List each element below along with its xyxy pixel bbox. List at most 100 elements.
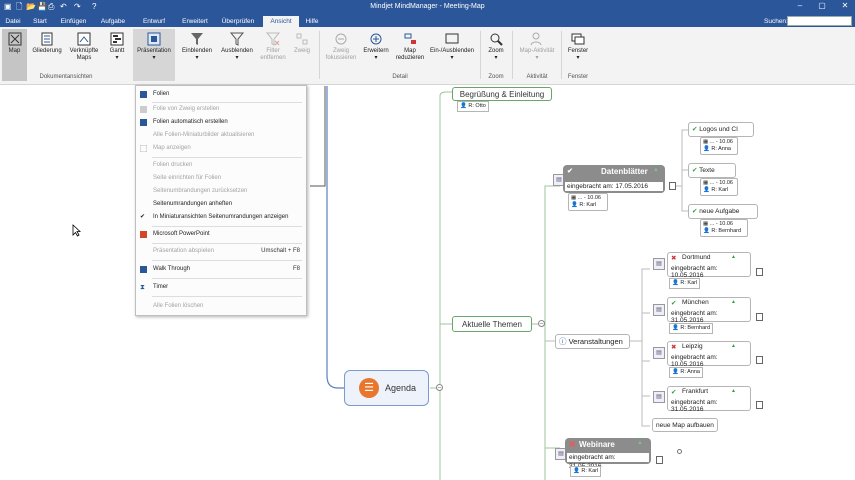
menu-label: Timer bbox=[153, 284, 169, 290]
menu-item-folien[interactable]: Folien bbox=[136, 88, 306, 101]
collapse-toggle-icon[interactable]: – bbox=[436, 384, 443, 391]
document-icon[interactable] bbox=[756, 313, 763, 321]
task-box: ▦ ... - 10.06 👤 R: Karl bbox=[568, 193, 608, 211]
resource-otto: 👤 R: Otto bbox=[457, 101, 489, 112]
walk-through-icon bbox=[140, 266, 147, 273]
topic-leipzig[interactable]: ✖ Leipzig ▲ eingebracht am: 10.05.2016 bbox=[667, 341, 751, 368]
praesentation-button[interactable]: Präsentation ▾ bbox=[133, 29, 175, 81]
topic-title: Dortmund bbox=[682, 254, 711, 261]
resource-icon: 👤 bbox=[703, 228, 710, 234]
tab-entwurf[interactable]: Entwurf bbox=[137, 16, 171, 27]
priority-up-icon: ▲ bbox=[731, 388, 736, 394]
zweig-button[interactable]: Zweig bbox=[290, 29, 314, 81]
tab-erweitert[interactable]: Erweitert bbox=[176, 16, 214, 27]
menu-label: Folie von Zweig erstellen bbox=[153, 106, 220, 112]
task-date: ... - 10.06 bbox=[577, 195, 601, 201]
topic-webinare[interactable]: ✖ Webinare ▲ eingebracht am: 31.05.2016 bbox=[565, 438, 651, 470]
checkmark-icon: ✔ bbox=[140, 214, 146, 220]
maximize-icon[interactable]: ▢ bbox=[815, 1, 829, 10]
document-icon[interactable] bbox=[656, 456, 663, 464]
task-box: ▦ ... - 10.06 👤 R: Bernhard bbox=[700, 219, 748, 237]
menu-item-seitenumrandungen-anheften[interactable]: Seitenumrandungen anheften bbox=[136, 198, 306, 211]
tab-datei[interactable]: Datei bbox=[2, 16, 24, 27]
check-icon: ✔ bbox=[567, 168, 573, 175]
topic-date: eingebracht am: 31.05.2016 bbox=[567, 453, 649, 470]
menu-label: Seite einrichten für Folien bbox=[153, 175, 222, 181]
menu-item-powerpoint[interactable]: Microsoft PowerPoint bbox=[136, 228, 306, 241]
menu-item-folien-automatisch[interactable]: Folien automatisch erstellen bbox=[136, 116, 306, 129]
check-icon: ✔ bbox=[692, 126, 698, 133]
topic-aktuelle-themen[interactable]: Aktuelle Themen bbox=[452, 316, 532, 332]
document-icon[interactable] bbox=[669, 182, 676, 190]
menu-item-folie-von-zweig[interactable]: Folie von Zweig erstellen bbox=[136, 103, 306, 116]
check-icon: ✔ bbox=[692, 208, 698, 215]
menu-item-map-anzeigen[interactable]: Map anzeigen bbox=[136, 142, 306, 155]
topic-begruessung[interactable]: Begrüßung & Einleitung bbox=[452, 87, 552, 101]
menu-item-miniaturbilder[interactable]: Alle Folien-Miniaturbilder aktualisieren bbox=[136, 129, 306, 142]
close-icon[interactable]: ✕ bbox=[838, 1, 852, 10]
tab-einfuegen[interactable]: Einfügen bbox=[57, 16, 90, 27]
menu-item-timer[interactable]: ⧗ Timer bbox=[136, 281, 306, 294]
ribbon-separator bbox=[512, 31, 513, 79]
menu-shortcut: F8 bbox=[292, 266, 300, 272]
topic-dortmund[interactable]: ✖ Dortmund ▲ eingebracht am: 10.05.2016 bbox=[667, 252, 751, 279]
menu-separator bbox=[152, 226, 302, 227]
menu-label: Folien bbox=[153, 91, 170, 97]
minimize-icon[interactable]: – bbox=[793, 1, 807, 10]
check-icon: ✔ bbox=[671, 389, 677, 396]
tab-hilfe[interactable]: Hilfe bbox=[301, 16, 323, 27]
ausblenden-button[interactable]: Ausblenden ▾ bbox=[218, 29, 256, 81]
tab-aufgabe[interactable]: Aufgabe bbox=[96, 16, 130, 27]
document-icon[interactable] bbox=[756, 268, 763, 276]
topic-neue-map[interactable]: neue Map aufbauen bbox=[652, 418, 718, 432]
document-icon[interactable] bbox=[756, 401, 763, 409]
erweitern-label: Erweitern bbox=[363, 48, 389, 54]
resource-icon: 👤 bbox=[703, 187, 710, 193]
collapse-toggle-icon[interactable]: – bbox=[538, 320, 545, 327]
linked-maps-label-2: Maps bbox=[76, 55, 92, 61]
topic-title: Logos und CI bbox=[699, 126, 738, 133]
notes-icon[interactable]: ▤ bbox=[653, 347, 665, 359]
cross-icon: ✖ bbox=[569, 440, 576, 449]
calendar-icon: ▦ bbox=[703, 180, 709, 186]
menu-item-miniaturansichten-seitenumrandungen[interactable]: ✔ In Miniaturansichten Seitenumrandungen … bbox=[136, 211, 306, 224]
menu-item-seitenumbrandungen-zuruecksetzen[interactable]: Seitenumbrandungen zurücksetzen bbox=[136, 185, 306, 198]
topic-frankfurt[interactable]: ✔ Frankfurt ▲ eingebracht am: 31.05.2016 bbox=[667, 386, 751, 413]
ausblenden-label: Ausblenden bbox=[221, 48, 253, 54]
tab-ueberpruefen[interactable]: Überprüfen bbox=[217, 16, 259, 27]
tab-ansicht[interactable]: Ansicht bbox=[263, 16, 299, 27]
filter-remove-button[interactable]: Filter entfernen bbox=[258, 29, 288, 81]
menu-item-walk-through[interactable]: Walk Through F8 bbox=[136, 263, 306, 276]
menu-item-praesentation-abspielen[interactable]: Präsentation abspielen Umschalt + F8 bbox=[136, 245, 306, 258]
document-icon[interactable] bbox=[756, 356, 763, 364]
menu-item-alle-folien-loeschen[interactable]: Alle Folien löschen bbox=[136, 300, 306, 313]
notes-icon[interactable]: ▤ bbox=[653, 258, 665, 270]
group-aktivitaet: Aktivität bbox=[526, 74, 548, 80]
info-icon: ⓘ bbox=[559, 337, 567, 346]
ribbon: Map Gliederung Verknüpfte Maps Gantt ▾ Pr… bbox=[0, 27, 855, 85]
topic-neue-aufgabe[interactable]: ✔ neue Aufgabe bbox=[688, 204, 758, 219]
topic-date: eingebracht am: 10.05.2016 bbox=[671, 354, 718, 368]
resource-icon: 👤 bbox=[672, 280, 679, 286]
topic-logos[interactable]: ✔ Logos und CI bbox=[688, 122, 754, 137]
menu-item-seite-einrichten[interactable]: Seite einrichten für Folien bbox=[136, 172, 306, 185]
topic-muenchen[interactable]: ✔ München ▲ eingebracht am: 31.05.2016 bbox=[667, 297, 751, 324]
topic-veranstaltungen[interactable]: ⓘ Veranstaltungen bbox=[555, 334, 630, 349]
notes-icon[interactable]: ▤ bbox=[653, 391, 665, 403]
einblenden-button[interactable]: Einblenden ▾ bbox=[178, 29, 216, 81]
expand-marker-icon[interactable] bbox=[677, 449, 682, 454]
topic-datenblaetter[interactable]: ✔ Datenblätter ▲ eingebracht am: 17.05.2… bbox=[563, 165, 665, 193]
ribbon-separator bbox=[561, 31, 562, 79]
central-topic-agenda[interactable]: ☰ Agenda bbox=[344, 370, 429, 406]
map-canvas[interactable]: ☰ Agenda – Begrüßung & Einleitung 👤 R: O… bbox=[0, 86, 855, 480]
menu-separator bbox=[152, 157, 302, 158]
resource-label: R: Karl bbox=[581, 468, 599, 474]
menu-item-folien-drucken[interactable]: Folien drucken bbox=[136, 159, 306, 172]
notes-icon[interactable]: ▤ bbox=[653, 304, 665, 316]
title-bar: ▣ 🗋 📂 💾 ⎙ ↶ ↷ ? Mindjet MindManager - Me… bbox=[0, 0, 855, 15]
resource-label: R: Otto bbox=[468, 103, 486, 109]
topic-texte[interactable]: ✔ Texte bbox=[688, 163, 736, 178]
search-input[interactable] bbox=[787, 16, 852, 26]
tab-start[interactable]: Start bbox=[28, 16, 52, 27]
focus-icon bbox=[335, 33, 347, 45]
